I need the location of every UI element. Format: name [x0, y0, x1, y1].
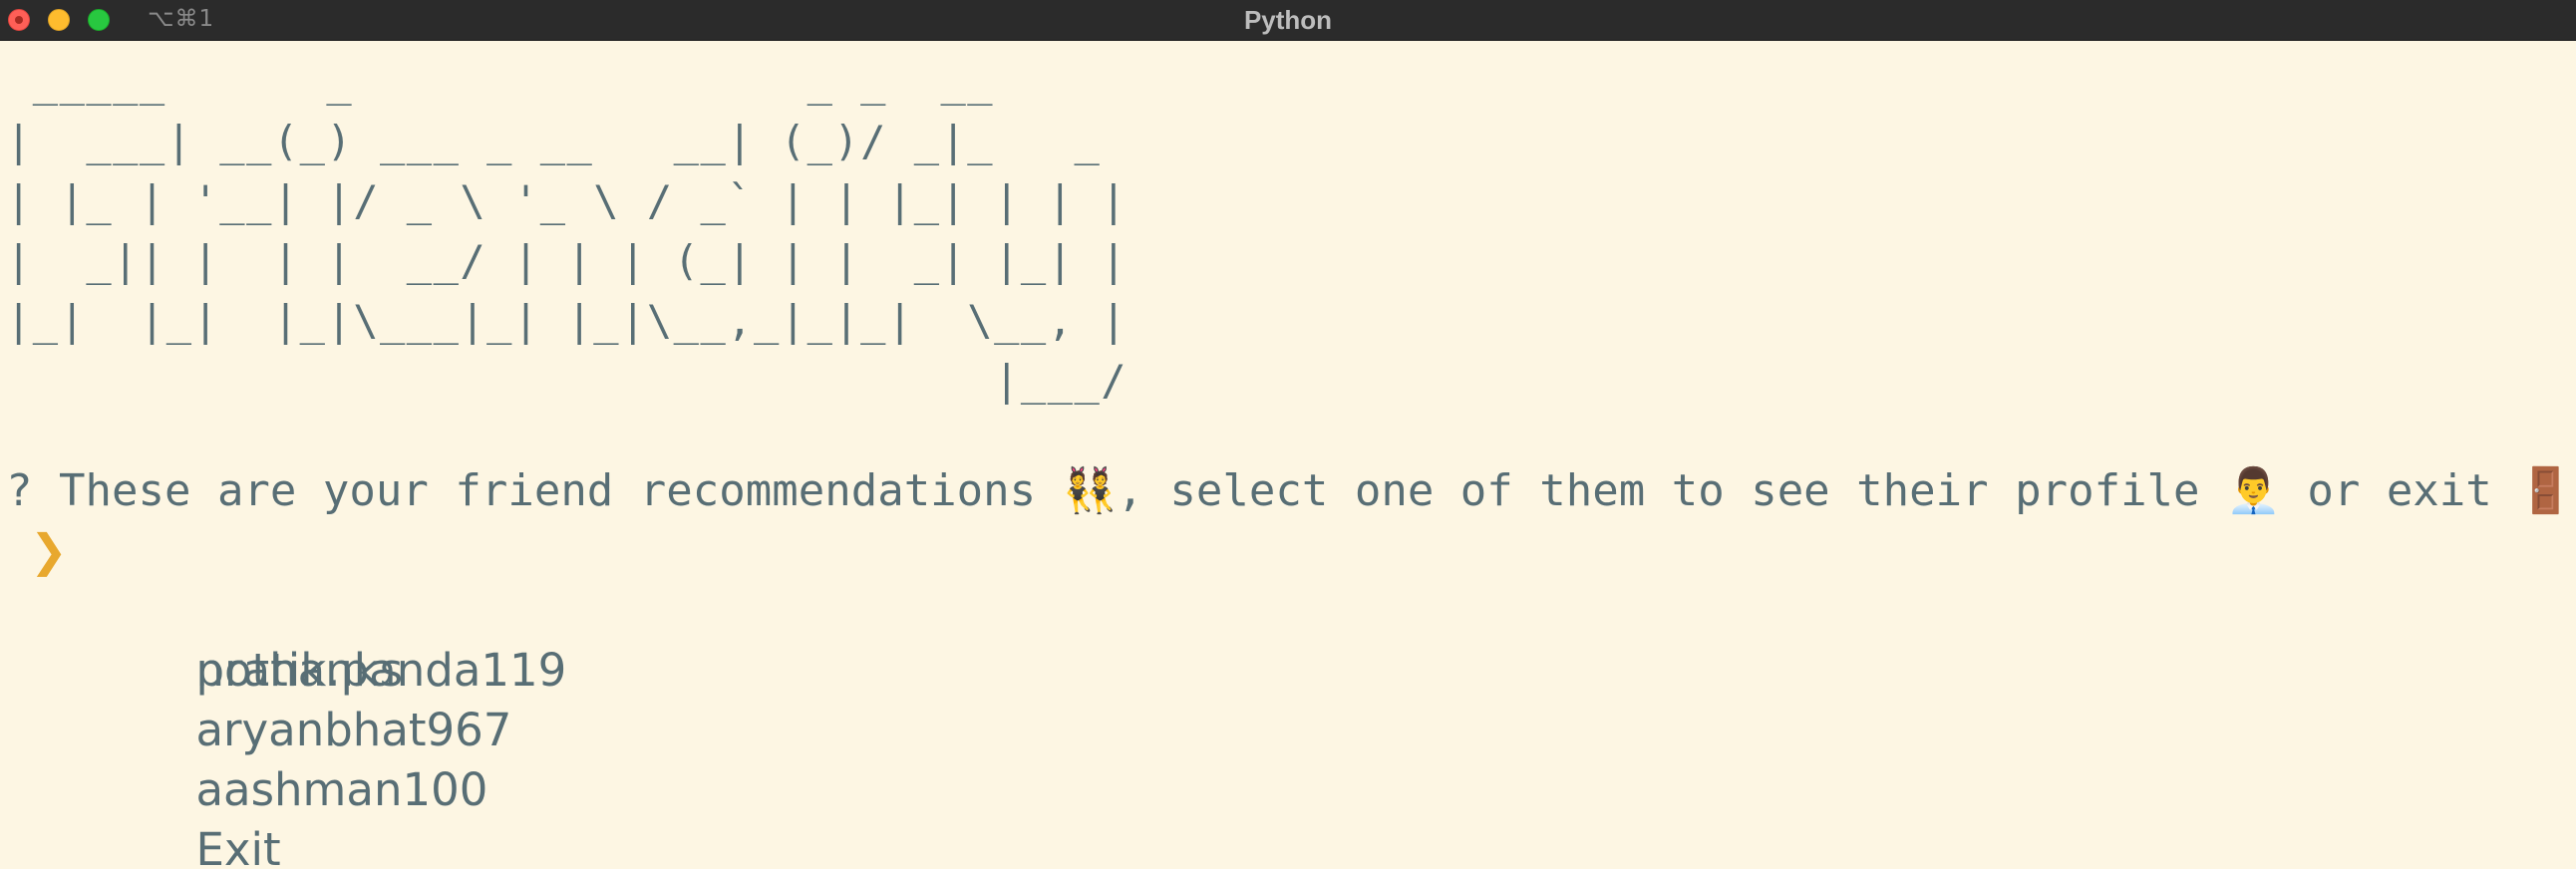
door-emoji-icon: 🚪: [2518, 465, 2574, 516]
choice-item[interactable]: aashman100: [30, 701, 566, 816]
terminal-window: ⌥⌘1 Python _____ _ _ _ __ | ___| __(_) _…: [0, 0, 2576, 869]
banner-line: | |_ | '__| |/ _ \ '_ \ / _` | | |_| | |…: [6, 176, 1128, 225]
choice-item[interactable]: Exit: [30, 760, 566, 869]
banner-line: | ___| __(_) ___ _ __ __| (_)/ _|_ _: [6, 117, 1128, 165]
window-title: Python: [1243, 5, 1333, 35]
terminal-output[interactable]: _____ _ _ _ __ | ___| __(_) ___ _ __ __|…: [0, 40, 2576, 869]
selection-pointer-icon: ❯: [30, 524, 68, 577]
choice-item[interactable]: aryanbhat967: [30, 641, 566, 756]
prompt-text: , select one of them to see their profil…: [1117, 465, 2200, 516]
choice-item[interactable]: ❯ pratik.panda119: [30, 521, 566, 697]
prompt-text: or exit: [2307, 465, 2492, 516]
title-bar: ⌥⌘1 Python: [0, 0, 2576, 41]
prompt-text: These are your friend recommendations: [59, 465, 1037, 516]
banner-line: |___/: [6, 356, 1154, 405]
banner-line: |_| |_| |_|\___|_| |_|\__,_|_|_| \__, |: [6, 296, 1128, 345]
choice-label: Exit: [195, 823, 281, 869]
choice-list: ❯ pratik.panda119 nothanks aryanbhat967 …: [30, 521, 566, 869]
banner-line: | _|| | | | __/ | | | (_| | | _| |_| |: [6, 236, 1128, 285]
dancers-emoji-icon: 👯: [1062, 465, 1118, 516]
office-worker-emoji-icon: 👨‍💼: [2226, 465, 2281, 516]
banner-line: _____ _ _ _ __: [6, 57, 1181, 106]
choice-item[interactable]: nothanks: [30, 581, 566, 697]
ascii-banner: _____ _ _ _ __ | ___| __(_) ___ _ __ __|…: [6, 52, 1181, 411]
question-prompt: ? These are your friend recommendations …: [6, 461, 2573, 521]
question-mark: ?: [6, 465, 33, 516]
